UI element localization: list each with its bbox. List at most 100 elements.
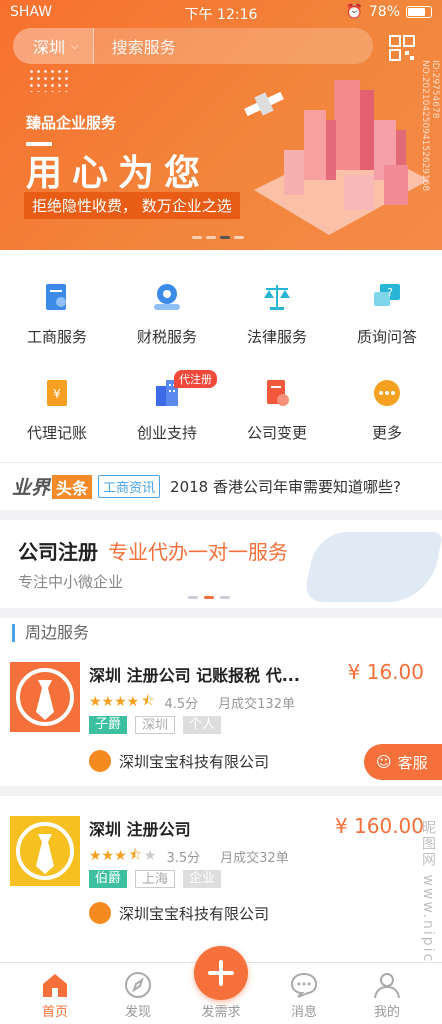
nearby-services: 周边服务 深圳 注册公司 记账报税 代... ¥ 16.00 ★★★★ ⯪ 4.5…	[0, 618, 442, 964]
tag-type: 企业	[183, 870, 222, 888]
city-selector[interactable]: 深圳 ⌵	[13, 28, 94, 64]
service-label: 公司变更	[246, 424, 307, 442]
service-item-accounting[interactable]: ¥ 代理记账	[2, 378, 112, 443]
promo-pager[interactable]	[188, 596, 230, 599]
half-star-icon: ⯪	[128, 847, 142, 863]
message-icon[interactable]	[289, 971, 319, 999]
service-item-qa[interactable]: ? 质询问答	[332, 282, 442, 347]
status-bar: SHAW 下午 12:16 ⏰ 78%	[0, 0, 442, 26]
ticker-headline[interactable]: 2018 香港公司年审需要知道哪些?	[170, 476, 401, 497]
card-title: 深圳 注册公司	[89, 820, 191, 839]
service-label: 更多	[371, 424, 402, 442]
ticker-tag: 工商资讯	[98, 475, 161, 498]
star-icon: ★★★★	[89, 694, 140, 710]
service-item-more[interactable]: 更多	[332, 378, 442, 443]
monthly-sales: 月成交32单	[220, 850, 289, 866]
promo-desc: 专注中小微企业	[18, 573, 124, 591]
service-label: 工商服务	[26, 328, 87, 346]
company-avatar	[89, 902, 111, 924]
user-icon[interactable]	[372, 971, 402, 999]
service-item-legal[interactable]: 法律服务	[222, 282, 332, 347]
scan-icon[interactable]	[388, 34, 416, 62]
tag-list: 伯爵 上海 企业	[89, 870, 222, 888]
service-label: 财税服务	[136, 328, 197, 346]
tag-level: 伯爵	[89, 870, 128, 888]
tab-messages[interactable]: 消息	[274, 1001, 334, 1020]
service-label: 代理记账	[26, 424, 87, 442]
customer-service-label: 客服	[397, 753, 428, 772]
promo-decor	[302, 532, 442, 602]
rating-score: 3.5分	[166, 850, 201, 866]
rating: ★★★ ⯪ ★ 3.5分 月成交32单	[89, 844, 289, 868]
accounting-icon: ¥	[47, 380, 67, 406]
decor-dots	[28, 68, 70, 92]
ticker-logo-a: 业界	[12, 477, 51, 499]
banner-headline: 用心为您	[26, 153, 211, 194]
card-price: ¥ 16.00	[347, 660, 424, 684]
alarm-icon: ⏰	[345, 4, 363, 20]
news-ticker[interactable]: 业界 头条 工商资讯 2018 香港公司年审需要知道哪些?	[0, 462, 442, 510]
home-icon[interactable]	[40, 971, 70, 999]
tag-level: 子爵	[89, 716, 128, 734]
battery-icon	[406, 6, 432, 18]
headset-icon: ☺	[376, 753, 392, 771]
service-item-finance[interactable]: 财税服务	[112, 282, 222, 347]
chevron-down-icon: ⌵	[71, 40, 79, 52]
city-label: 深圳	[33, 38, 66, 57]
tie-icon	[10, 662, 80, 732]
service-item-change[interactable]: 公司变更	[222, 378, 332, 443]
svg-text:¥: ¥	[53, 387, 61, 401]
company-row[interactable]: 深圳宝宝科技有限公司	[89, 902, 269, 924]
company-name: 深圳宝宝科技有限公司	[119, 904, 270, 923]
battery-indicator: ⏰ 78%	[345, 4, 432, 20]
search-input[interactable]: 搜索服务	[94, 34, 176, 58]
promo-banner[interactable]: 公司注册 专业代办一对一服务 专注中小微企业	[0, 520, 442, 608]
promo-title: 公司注册	[18, 540, 98, 564]
promo-highlight: 专业代办一对一服务	[108, 540, 288, 564]
business-license-icon	[46, 284, 66, 310]
customer-service-button[interactable]: ☺ 客服	[364, 744, 442, 780]
document-change-icon	[267, 380, 289, 406]
tab-post-demand[interactable]: 发需求	[191, 1001, 251, 1020]
service-grid: 工商服务 财税服务 法律服务 ? 质询问答 ¥ 代理记账 创业支持 代注册 公司…	[0, 250, 442, 462]
tag-list: 子爵 深圳 个人	[89, 716, 222, 734]
question-chat-icon: ?	[374, 284, 400, 306]
star-icon: ★★★	[89, 848, 127, 864]
tab-profile[interactable]: 我的	[357, 1001, 417, 1020]
service-label: 质询问答	[356, 328, 417, 346]
tab-home[interactable]: 首页	[25, 1001, 85, 1020]
company-row[interactable]: 深圳宝宝科技有限公司	[89, 750, 269, 772]
tag-type: 个人	[183, 716, 222, 734]
ticker-logo-b: 头条	[52, 474, 93, 499]
hero-banner[interactable]: SHAW 下午 12:16 ⏰ 78% 深圳 ⌵ 搜索服务 臻品企业服务 用心为…	[0, 0, 442, 250]
finance-tax-icon	[154, 284, 180, 310]
scales-icon	[264, 285, 290, 310]
rating-score: 4.5分	[164, 696, 199, 712]
post-demand-button[interactable]	[194, 946, 248, 1000]
tab-discover[interactable]: 发现	[108, 1001, 168, 1020]
monthly-sales: 月成交132单	[218, 696, 295, 712]
section-title: 周边服务	[12, 624, 89, 642]
service-item-startup[interactable]: 创业支持 代注册	[112, 370, 222, 443]
battery-percent: 78%	[368, 4, 400, 20]
tag-city: 上海	[135, 870, 176, 888]
tag-city: 深圳	[135, 716, 176, 734]
service-badge: 代注册	[174, 370, 217, 388]
divider	[0, 786, 442, 796]
banner-slogan: 拒绝隐性收费， 数万企业之选	[24, 192, 240, 219]
banner-pager[interactable]	[192, 236, 244, 239]
service-card[interactable]: 深圳 注册公司 ¥ 160.00 ★★★ ⯪ ★ 3.5分 月成交32单 伯爵 上海…	[0, 814, 442, 946]
image-watermark: ID:29754678 NO:20210425094152629168	[420, 60, 440, 192]
card-title: 深圳 注册公司 记账报税 代...	[89, 666, 300, 685]
service-item-business[interactable]: 工商服务	[2, 282, 112, 347]
tie-icon	[10, 816, 80, 886]
company-name: 深圳宝宝科技有限公司	[119, 752, 270, 771]
empty-star-icon: ★	[143, 848, 157, 864]
card-price: ¥ 160.00	[334, 814, 424, 838]
search-bar[interactable]: 深圳 ⌵ 搜索服务	[13, 28, 373, 64]
company-avatar	[89, 750, 111, 772]
compass-icon[interactable]	[123, 971, 153, 999]
svg-text:?: ?	[387, 286, 393, 299]
service-label: 创业支持	[136, 424, 197, 442]
service-label: 法律服务	[246, 328, 307, 346]
